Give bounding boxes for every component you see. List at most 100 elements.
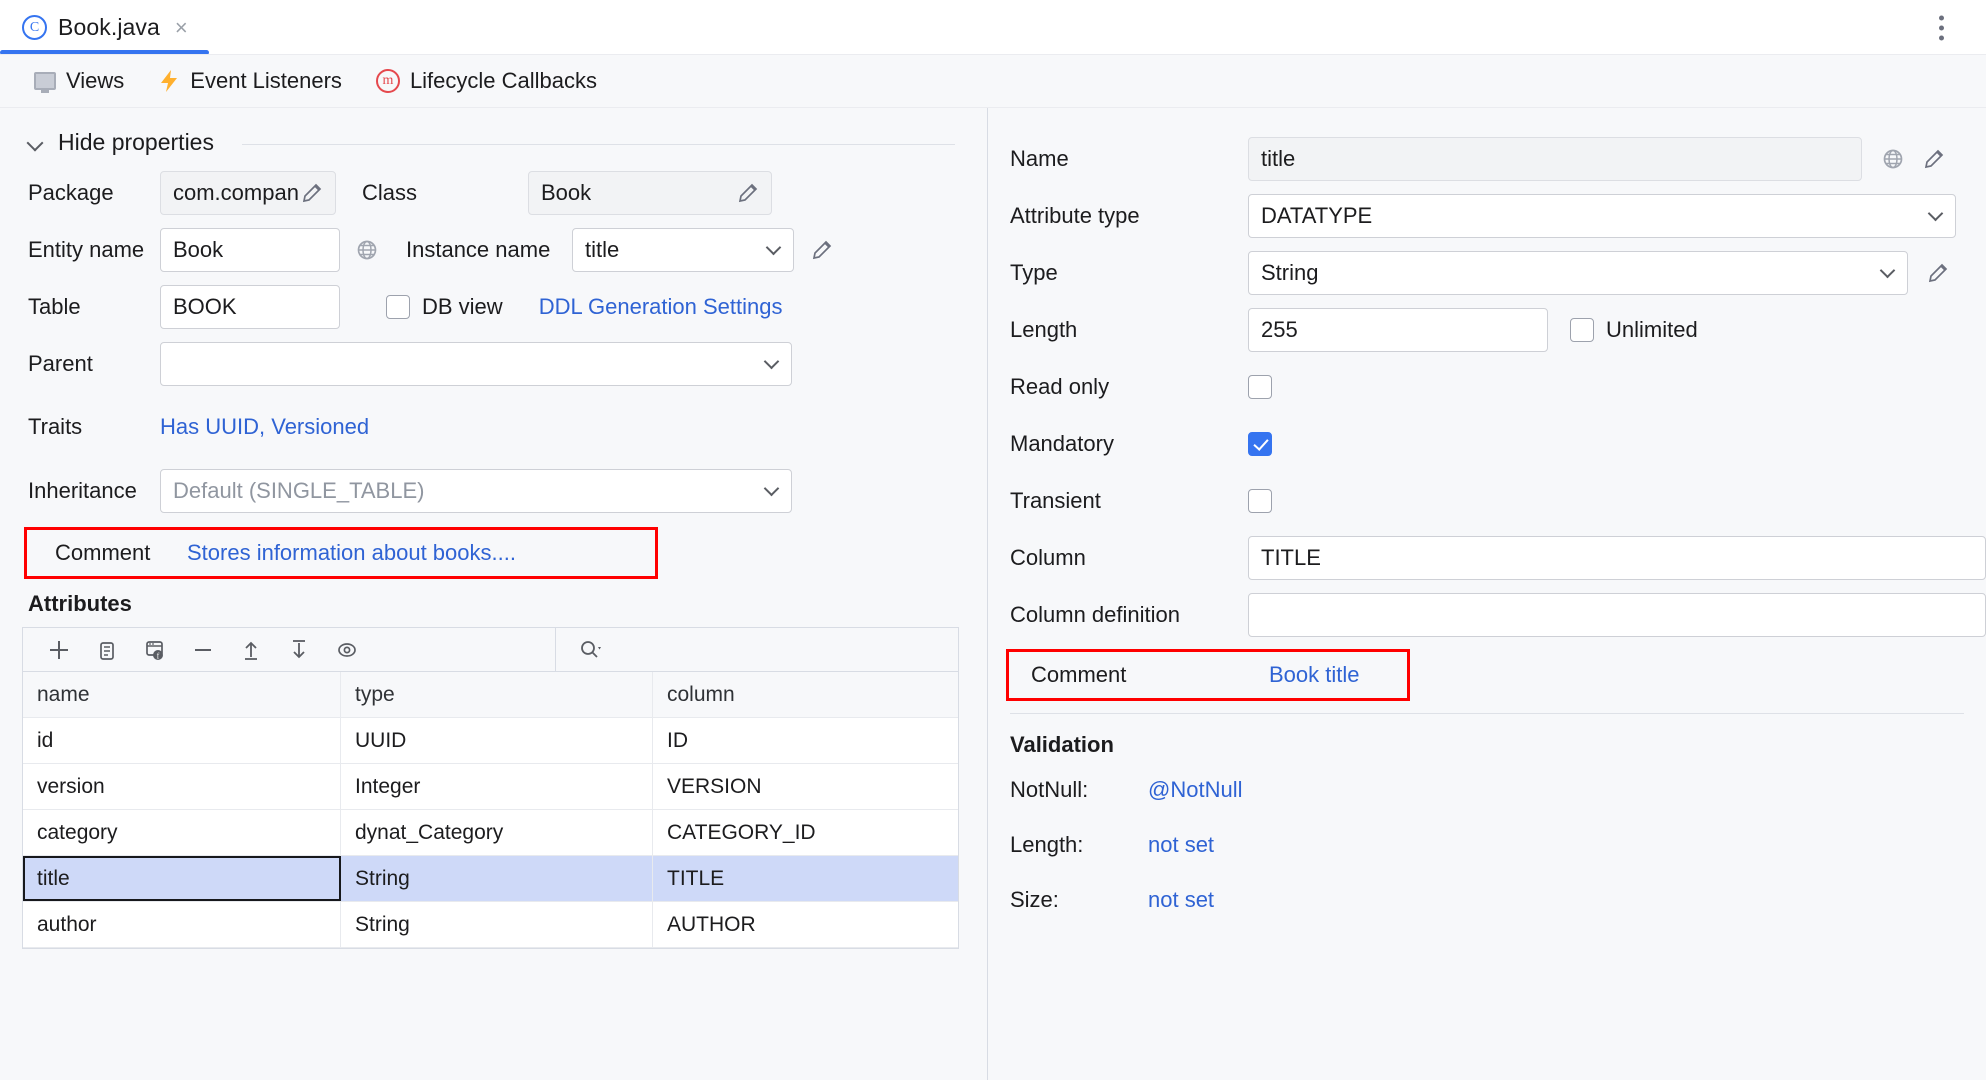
class-value: Book — [541, 179, 592, 205]
entity-comment-link[interactable]: Stores information about books.... — [187, 540, 516, 566]
column-field[interactable]: TITLE — [1248, 535, 1986, 580]
row-attribute-name: Name title — [988, 130, 1986, 187]
copy-icon[interactable] — [85, 630, 129, 670]
entity-comment-row-highlighted[interactable]: Comment Stores information about books..… — [24, 527, 658, 579]
row-attribute-type: Attribute type DATATYPE — [988, 187, 1986, 244]
attribute-name-label: Name — [1010, 145, 1069, 171]
move-down-icon[interactable] — [277, 630, 321, 670]
cell-type: dynat_Category — [341, 810, 653, 855]
toolbar-divider — [555, 627, 556, 672]
toolbar-item-lifecycle-callbacks[interactable]: m Lifecycle Callbacks — [375, 68, 597, 94]
validation-size-link[interactable]: not set — [1148, 887, 1214, 913]
close-icon[interactable]: × — [175, 16, 188, 39]
package-label: Package — [28, 179, 114, 205]
read-only-checkbox[interactable] — [1248, 374, 1272, 399]
entity-name-value: Book — [173, 236, 224, 262]
attribute-name-globe-icon[interactable] — [1880, 146, 1906, 172]
entity-comment-label: Comment — [55, 540, 151, 565]
type-select[interactable]: String — [1248, 250, 1908, 295]
move-up-icon[interactable] — [229, 630, 273, 670]
attribute-comment-link[interactable]: Book title — [1269, 662, 1360, 688]
hide-properties-label: Hide properties — [58, 128, 214, 155]
traits-label: Traits — [28, 414, 83, 439]
package-value: com.compan — [173, 179, 299, 205]
instance-name-field[interactable]: title — [572, 227, 794, 272]
attribute-type-value: DATATYPE — [1261, 202, 1373, 228]
column-header-column[interactable]: column — [653, 672, 958, 717]
mandatory-checkbox[interactable] — [1248, 431, 1272, 456]
length-value: 255 — [1261, 316, 1298, 342]
ddl-generation-settings-link[interactable]: DDL Generation Settings — [539, 294, 783, 320]
instance-name-label: Instance name — [406, 236, 551, 262]
toolbar-item-views-label: Views — [66, 68, 125, 93]
entity-name-globe-icon[interactable] — [354, 237, 380, 263]
editor-tab-book-java[interactable]: C Book.java × — [0, 0, 210, 55]
row-read-only: Read only — [988, 358, 1986, 415]
class-label: Class — [362, 179, 418, 205]
java-class-icon: C — [22, 15, 47, 40]
transient-checkbox[interactable] — [1248, 488, 1272, 513]
row-parent: Parent — [28, 335, 987, 392]
db-view-label: DB view — [422, 293, 503, 319]
column-header-type[interactable]: type — [341, 672, 653, 717]
validation-row-size: Size: not set — [988, 872, 1986, 927]
validation-notnull-link[interactable]: @NotNull — [1148, 777, 1242, 803]
attributes-section-title: Attributes — [28, 591, 132, 616]
table-row[interactable]: id UUID ID — [23, 718, 958, 764]
class-edit-pencil-icon[interactable] — [736, 180, 762, 206]
cell-column: TITLE — [667, 866, 725, 890]
parent-select[interactable] — [160, 341, 792, 386]
column-header-name[interactable]: name — [23, 672, 341, 717]
add-icon[interactable] — [37, 630, 81, 670]
entity-designer-window: C Book.java × Views Event Listeners m Li… — [0, 0, 1986, 1080]
remove-icon[interactable] — [181, 630, 225, 670]
instance-name-edit-pencil-icon[interactable] — [810, 237, 836, 263]
validation-length-link[interactable]: not set — [1148, 832, 1214, 858]
row-entity-instance: Entity name Book Instance name title — [28, 221, 987, 278]
package-edit-pencil-icon[interactable] — [300, 180, 326, 206]
tab-title: Book.java — [58, 14, 160, 40]
inheritance-select[interactable]: Default (SINGLE_TABLE) — [160, 468, 792, 513]
traits-link[interactable]: Has UUID, Versioned — [160, 414, 369, 440]
column-definition-field[interactable] — [1248, 592, 1986, 637]
table-row-selected[interactable]: title String TITLE — [23, 856, 958, 902]
hide-properties-toggle[interactable]: Hide properties — [0, 108, 987, 158]
add-from-database-icon[interactable]: f — [133, 630, 177, 670]
chevron-down-icon — [1879, 262, 1896, 278]
table-field[interactable]: BOOK — [160, 284, 340, 329]
row-column: Column TITLE — [988, 529, 1986, 586]
attribute-comment-label: Comment — [1031, 662, 1127, 687]
table-row[interactable]: category dynat_Category CATEGORY_ID — [23, 810, 958, 856]
validation-section-title: Validation — [1010, 732, 1114, 757]
unlimited-checkbox[interactable] — [1570, 317, 1594, 342]
table-row[interactable]: version Integer VERSION — [23, 764, 958, 810]
attribute-comment-row-highlighted[interactable]: Comment Book title — [1006, 649, 1410, 701]
cell-name: version — [23, 764, 341, 809]
attribute-type-select[interactable]: DATATYPE — [1248, 193, 1956, 238]
toolbar-item-event-listeners[interactable]: Event Listeners — [158, 68, 342, 94]
length-field[interactable]: 255 — [1248, 307, 1548, 352]
cell-type: String — [341, 902, 653, 947]
entity-name-field[interactable]: Book — [160, 227, 340, 272]
attributes-toolbar: f — [22, 627, 959, 672]
attribute-name-field[interactable]: title — [1248, 136, 1862, 181]
mandatory-label: Mandatory — [1010, 430, 1114, 456]
more-vertical-icon[interactable] — [1933, 9, 1950, 46]
type-edit-pencil-icon[interactable] — [1926, 260, 1952, 286]
column-label: Column — [1010, 544, 1086, 570]
cell-name: author — [23, 902, 341, 947]
chevron-down-icon — [763, 480, 780, 496]
type-label: Type — [1010, 259, 1058, 285]
toolbar-item-views[interactable]: Views — [34, 68, 124, 94]
svg-text:f: f — [157, 651, 160, 660]
length-label: Length — [1010, 316, 1078, 342]
db-view-checkbox[interactable] — [386, 294, 410, 319]
attribute-type-label: Attribute type — [1010, 202, 1140, 228]
validation-size-label: Size: — [1010, 886, 1059, 912]
type-value: String — [1261, 259, 1319, 285]
table-row[interactable]: author String AUTHOR — [23, 902, 958, 948]
views-monitor-icon — [34, 72, 56, 90]
attribute-name-edit-pencil-icon[interactable] — [1922, 146, 1948, 172]
search-icon[interactable] — [560, 636, 604, 664]
preview-eye-icon[interactable] — [325, 630, 369, 670]
